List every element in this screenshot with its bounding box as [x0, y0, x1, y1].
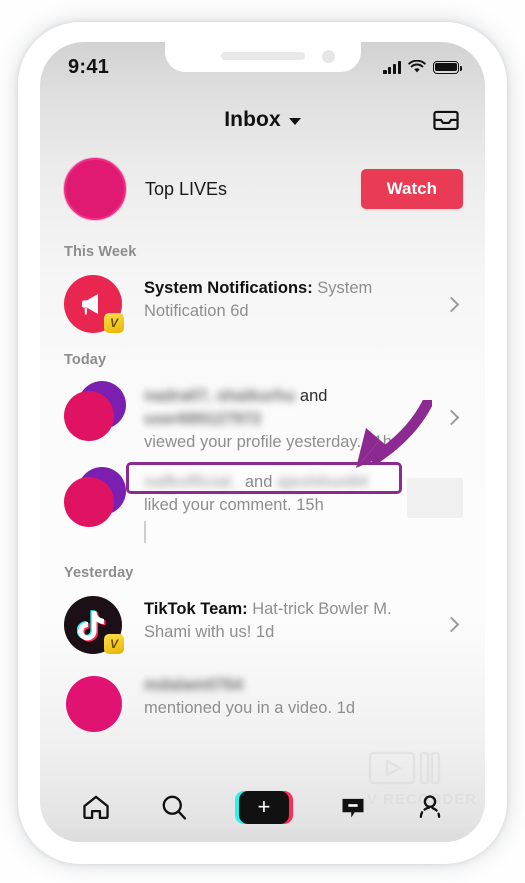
bottom-navigation: +: [40, 782, 485, 842]
battery-icon: [433, 60, 462, 74]
status-time: 9:41: [68, 55, 110, 78]
avatar[interactable]: V: [64, 273, 126, 335]
avatar-image: [66, 675, 122, 732]
text-cursor: [144, 520, 146, 543]
inbox-dropdown[interactable]: Inbox: [224, 108, 301, 132]
blurred-username: user689127972: [144, 409, 262, 428]
notification-row-comment-like[interactable]: nafkofficial_ and ajeshhun84 liked your …: [40, 460, 485, 555]
chevron-down-icon: [288, 118, 301, 125]
avatar[interactable]: [64, 670, 126, 732]
wifi-icon: [408, 60, 426, 73]
screenshot-stage: 9:41 Inbox Top LIVEs Watch This Week V S…: [0, 0, 525, 883]
status-indicators: [383, 60, 462, 74]
app-header: Inbox: [40, 94, 485, 146]
avatar-front: [64, 391, 114, 441]
chevron-right-icon[interactable]: [443, 409, 460, 425]
mention-time: 1d: [336, 698, 355, 717]
comment-like-time: 15h: [296, 496, 324, 515]
search-icon: [163, 795, 187, 820]
notification-row-system[interactable]: V System Notifications: System Notificat…: [40, 266, 485, 342]
avatar-stack[interactable]: [64, 467, 126, 529]
nav-inbox[interactable]: [339, 793, 367, 821]
inbox-tray-icon[interactable]: [431, 105, 461, 138]
avatar-front: [64, 477, 114, 528]
nav-create[interactable]: +: [234, 790, 293, 824]
home-icon: [83, 795, 109, 820]
verified-badge: V: [104, 313, 124, 333]
live-avatar[interactable]: [64, 158, 126, 220]
chevron-right-icon[interactable]: [443, 296, 460, 312]
profile-view-time: 11h: [365, 432, 392, 451]
post-thumbnail[interactable]: [407, 478, 463, 519]
page-title: Inbox: [224, 108, 281, 131]
cellular-signal-icon: [383, 60, 401, 74]
person-icon: [419, 795, 441, 818]
conjunction: and: [295, 387, 328, 405]
section-header-yesterday: Yesterday: [64, 564, 134, 581]
notification-text: mdalam0764 mentioned you in a video. 1d: [126, 670, 467, 720]
nav-discover[interactable]: [160, 793, 189, 822]
notification-text: System Notifications: System Notificatio…: [126, 273, 440, 323]
message-bubble-icon: [342, 798, 364, 818]
avatar-stack[interactable]: [64, 381, 126, 443]
top-lives-label: Top LIVEs: [145, 178, 228, 199]
notification-row-tiktok-team[interactable]: V TikTok Team: Hat-trick Bowler M. Shami…: [40, 587, 485, 663]
mention-action: mentioned you in a video.: [144, 698, 333, 717]
blurred-username: nadra07, shaikurhu: [144, 387, 296, 405]
watch-button[interactable]: Watch: [360, 169, 463, 209]
avatar[interactable]: V: [64, 594, 126, 656]
chevron-right-icon[interactable]: [443, 617, 460, 633]
conjunction: and: [240, 473, 277, 492]
blurred-username: mdalam0764: [144, 675, 244, 694]
system-time: 6d: [230, 301, 249, 320]
tiktok-team-time: 1d: [255, 622, 275, 641]
notification-text: TikTok Team: Hat-trick Bowler M. Shami w…: [126, 594, 440, 644]
plus-icon: +: [234, 790, 293, 824]
section-header-today: Today: [64, 352, 107, 368]
verified-badge: V: [104, 633, 124, 654]
comment-like-action: liked your comment.: [144, 496, 292, 515]
phone-screen: 9:41 Inbox Top LIVEs Watch This Week V S…: [40, 42, 485, 842]
system-sender: System Notifications:: [144, 279, 313, 297]
notification-row-profile-view[interactable]: nadra07, shaikurhu and user689127972 vie…: [40, 374, 485, 460]
top-lives-row[interactable]: Top LIVEs Watch: [40, 146, 485, 234]
nav-home[interactable]: [81, 793, 111, 821]
front-camera: [321, 50, 335, 63]
blurred-username: nafkofficial_: [144, 473, 241, 492]
tiktok-team-sender: TikTok Team:: [144, 599, 248, 618]
nav-profile[interactable]: [416, 793, 444, 821]
earpiece-speaker: [220, 52, 305, 60]
notification-text: nadra07, shaikurhu and user689127972 vie…: [126, 381, 440, 453]
blurred-username: ajeshhun84: [276, 473, 368, 492]
profile-view-action: viewed your profile yesterday.: [144, 432, 362, 451]
section-header-this-week: This Week: [64, 244, 137, 260]
notification-list: Top LIVEs Watch This Week V System Notif…: [40, 146, 485, 786]
notification-row-mention[interactable]: mdalam0764 mentioned you in a video. 1d: [40, 663, 485, 739]
phone-notch: [164, 42, 361, 72]
